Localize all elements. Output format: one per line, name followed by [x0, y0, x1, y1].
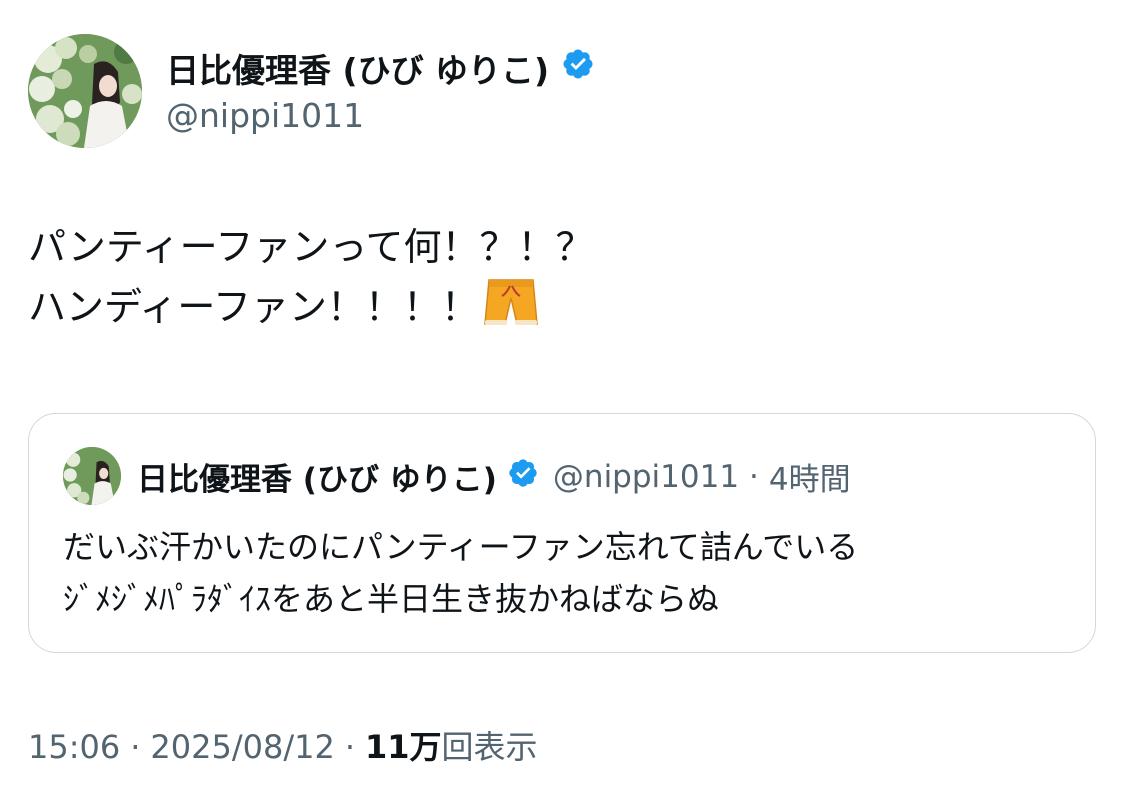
tweet-date[interactable]: 2025/08/12 — [150, 728, 334, 766]
separator-dot: · — [130, 728, 141, 766]
tweet-line-1: パンティーファンって何！？！？ — [28, 225, 594, 269]
quoted-line-1: だいぶ汗かいたのにパンティーファン忘れて詰んでいる — [63, 528, 859, 566]
quoted-tweet-body: だいぶ汗かいたのにパンティーファン忘れて詰んでいる ｼﾞﾒｼﾞﾒﾊﾟﾗﾀﾞｲｽを… — [63, 521, 858, 625]
verified-badge-icon — [561, 47, 595, 89]
quoted-author-name: 日比優理香 (ひび ゆりこ) — [137, 462, 497, 498]
quoted-tweet-time: 4時間 — [768, 462, 851, 498]
author-avatar[interactable] — [28, 34, 142, 148]
tweet-time[interactable]: 15:06 — [28, 728, 120, 766]
tweet-line-2-text: ハンディーファン！！！！ — [28, 285, 480, 329]
verified-badge-icon — [507, 457, 539, 497]
views-label: 回表示 — [441, 728, 538, 766]
separator-dot: · — [749, 458, 759, 495]
quoted-author-avatar — [63, 447, 121, 505]
shorts-icon — [483, 276, 539, 344]
author-display-name[interactable]: 日比優理香 (ひび ゆりこ) — [166, 44, 595, 92]
views-count[interactable]: 11万 — [365, 722, 442, 768]
quoted-line-2: ｼﾞﾒｼﾞﾒﾊﾟﾗﾀﾞｲｽをあと半日生き抜かねばならぬ — [63, 580, 720, 618]
tweet-metadata: 15:06 · 2025/08/12 · 11万 回表示 — [28, 722, 538, 768]
quoted-tweet-header: 日比優理香 (ひび ゆりこ) @nippi1011 · 4時間 — [137, 454, 851, 499]
author-handle[interactable]: @nippi1011 — [166, 96, 364, 135]
tweet-body: パンティーファンって何！？！？ ハンディーファン！！！！ — [28, 218, 593, 344]
quoted-author-handle: @nippi1011 — [552, 458, 740, 495]
quoted-tweet-card[interactable]: 日比優理香 (ひび ゆりこ) @nippi1011 · 4時間 だいぶ汗かいたの… — [28, 413, 1096, 653]
author-name-text: 日比優理香 (ひび ゆりこ) — [166, 51, 550, 90]
separator-dot: · — [344, 728, 355, 766]
tweet-line-2: ハンディーファン！！！！ — [28, 276, 593, 344]
